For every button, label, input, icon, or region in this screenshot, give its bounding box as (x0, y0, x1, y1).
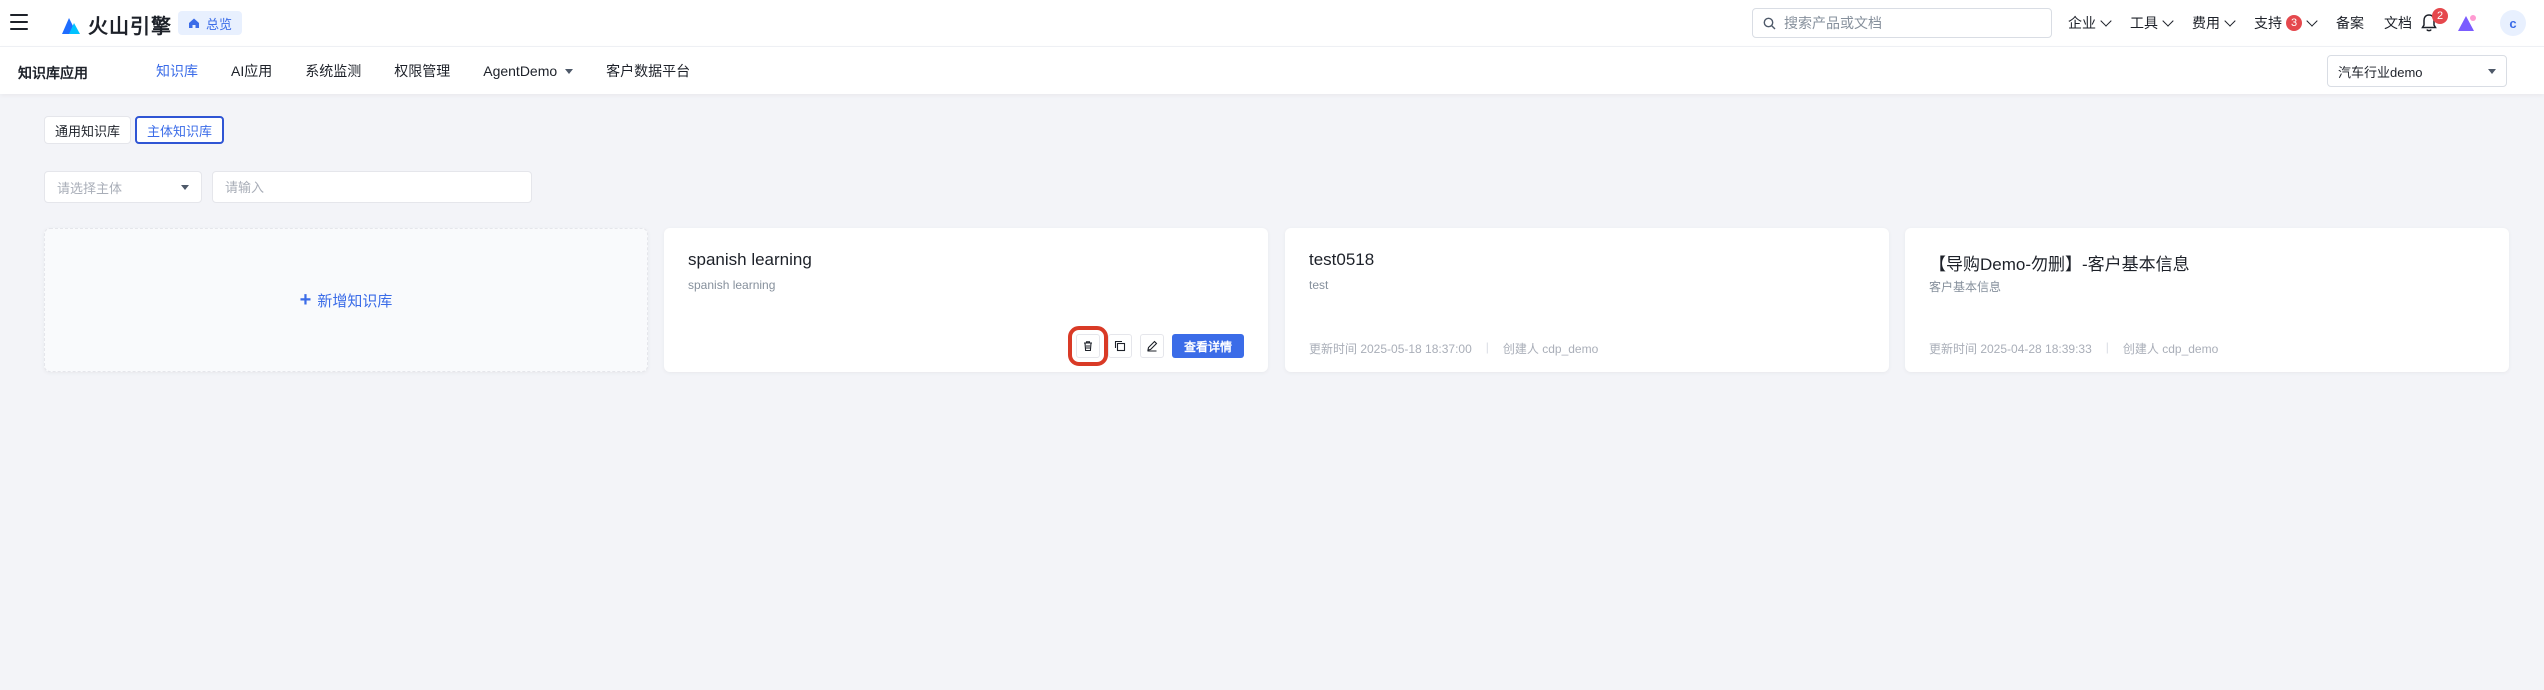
tab-permissions[interactable]: 权限管理 (394, 61, 450, 81)
app-tabs: 知识库 AI应用 系统监测 权限管理 AgentDemo 客户数据平台 (156, 47, 723, 95)
plus-icon: + (299, 289, 312, 311)
add-kb-label: 新增知识库 (317, 292, 393, 310)
tab-agent-demo-label: AgentDemo (483, 63, 558, 79)
search-box[interactable] (1752, 8, 2052, 38)
tab-system-monitor[interactable]: 系统监测 (305, 61, 361, 81)
meta-divider: | (2105, 340, 2109, 354)
nav-billing-label: 费用 (2192, 15, 2220, 31)
avatar[interactable]: c (2500, 10, 2526, 36)
edit-icon (1147, 340, 1158, 352)
trash-icon (1083, 341, 1092, 352)
menu-icon[interactable] (10, 14, 28, 30)
overview-button[interactable]: 总览 (178, 11, 243, 35)
copy-icon (1114, 340, 1126, 352)
tab-agent-demo[interactable]: AgentDemo (483, 63, 574, 79)
kb-card-description: 客户基本信息 (1929, 280, 2002, 294)
keyword-field[interactable] (212, 171, 532, 203)
segment-general-kb[interactable]: 通用知识库 (44, 116, 132, 144)
nav-docs[interactable]: 文档 (2384, 13, 2412, 33)
edit-button[interactable] (1139, 334, 1164, 358)
overview-label: 总览 (206, 16, 233, 32)
keyword-input[interactable] (225, 179, 519, 195)
top-bar: 火山引擎 总览 企业 工具 费用 支持3 备案 文档 2 c (0, 0, 2544, 46)
kb-card-creator: 创建人 cdp_demo (1502, 342, 1599, 356)
caret-down-icon (565, 68, 574, 74)
segment-subject-kb[interactable]: 主体知识库 (135, 116, 225, 144)
add-kb-card[interactable]: + 新增知识库 (44, 228, 648, 372)
industry-select[interactable]: 汽车行业demo (2327, 55, 2507, 87)
nav-enterprise-label: 企业 (2068, 15, 2096, 31)
kb-card[interactable]: 【导购Demo-勿删】-客户基本信息 客户基本信息 更新时间 2025-04-2… (1905, 228, 2509, 372)
delete-button[interactable] (1067, 326, 1108, 366)
nav-tools-label: 工具 (2130, 15, 2158, 31)
caret-down-icon (181, 184, 189, 190)
kb-card-description: test (1309, 278, 1329, 292)
meta-divider: | (1485, 340, 1489, 354)
nav-filing-label: 备案 (2336, 15, 2364, 31)
kb-card-meta: 更新时间 2025-04-28 18:39:33 | 创建人 cdp_demo (1929, 340, 2218, 357)
copy-button[interactable] (1107, 334, 1132, 358)
logo[interactable]: 火山引擎 (60, 10, 172, 39)
kb-card-updated: 更新时间 2025-05-18 18:37:00 (1309, 342, 1472, 356)
notification-badge: 2 (2432, 8, 2448, 24)
home-icon (189, 18, 199, 28)
subject-select[interactable]: 请选择主体 (44, 171, 202, 203)
caret-down-icon (2488, 68, 2496, 74)
tab-ai-apps[interactable]: AI应用 (231, 61, 272, 81)
kb-card-meta: 更新时间 2025-05-18 18:37:00 | 创建人 cdp_demo (1309, 340, 1598, 357)
logo-text: 火山引擎 (88, 16, 172, 38)
kb-card[interactable]: test0518 test 更新时间 2025-05-18 18:37:00 |… (1285, 228, 1889, 372)
kb-card-actions: 查看详情 (1067, 326, 1244, 366)
tab-cdp[interactable]: 客户数据平台 (606, 61, 690, 81)
kb-card-title: test0518 (1309, 250, 1375, 269)
chevron-down-icon (2162, 15, 2174, 27)
chevron-down-icon (2306, 15, 2318, 27)
search-input[interactable] (1784, 15, 2024, 31)
kb-card-creator: 创建人 cdp_demo (2122, 342, 2219, 356)
add-kb-button[interactable]: + 新增知识库 (300, 290, 393, 311)
support-badge: 3 (2286, 15, 2302, 31)
kb-type-switch: 通用知识库 主体知识库 (44, 116, 225, 144)
industry-select-value: 汽车行业demo (2338, 64, 2423, 80)
kb-card-title: 【导购Demo-勿删】-客户基本信息 (1929, 255, 2190, 274)
nav-filing[interactable]: 备案 (2336, 13, 2364, 33)
top-nav: 企业 工具 费用 支持 3 备案 文档 (2068, 0, 2432, 46)
nav-tools[interactable]: 工具 (2130, 13, 2174, 33)
nav-enterprise[interactable]: 企业 (2068, 13, 2112, 33)
chevron-down-icon (2100, 15, 2112, 27)
app-nav-bar: 知识库应用 知识库 AI应用 系统监测 权限管理 AgentDemo 客户数据平… (0, 46, 2544, 94)
subject-select-placeholder: 请选择主体 (57, 180, 123, 196)
view-details-button[interactable]: 查看详情 (1171, 334, 1244, 358)
kb-card[interactable]: spanish learning spanish learning 查看详情 (664, 228, 1268, 372)
kb-card-title: spanish learning (688, 250, 812, 269)
volcano-logo-icon (62, 17, 80, 34)
nav-support[interactable]: 支持 3 (2254, 13, 2318, 33)
upgrade-icon[interactable] (2456, 13, 2478, 33)
nav-billing[interactable]: 费用 (2192, 13, 2236, 33)
tab-knowledge-base[interactable]: 知识库 (156, 61, 198, 81)
search-icon (1763, 17, 1776, 29)
chevron-down-icon (2224, 15, 2236, 27)
app-title: 知识库应用 (18, 65, 88, 81)
kb-card-description: spanish learning (688, 278, 776, 292)
nav-support-label: 支持 (2254, 15, 2282, 31)
kb-card-updated: 更新时间 2025-04-28 18:39:33 (1929, 342, 2092, 356)
nav-docs-label: 文档 (2384, 15, 2412, 31)
